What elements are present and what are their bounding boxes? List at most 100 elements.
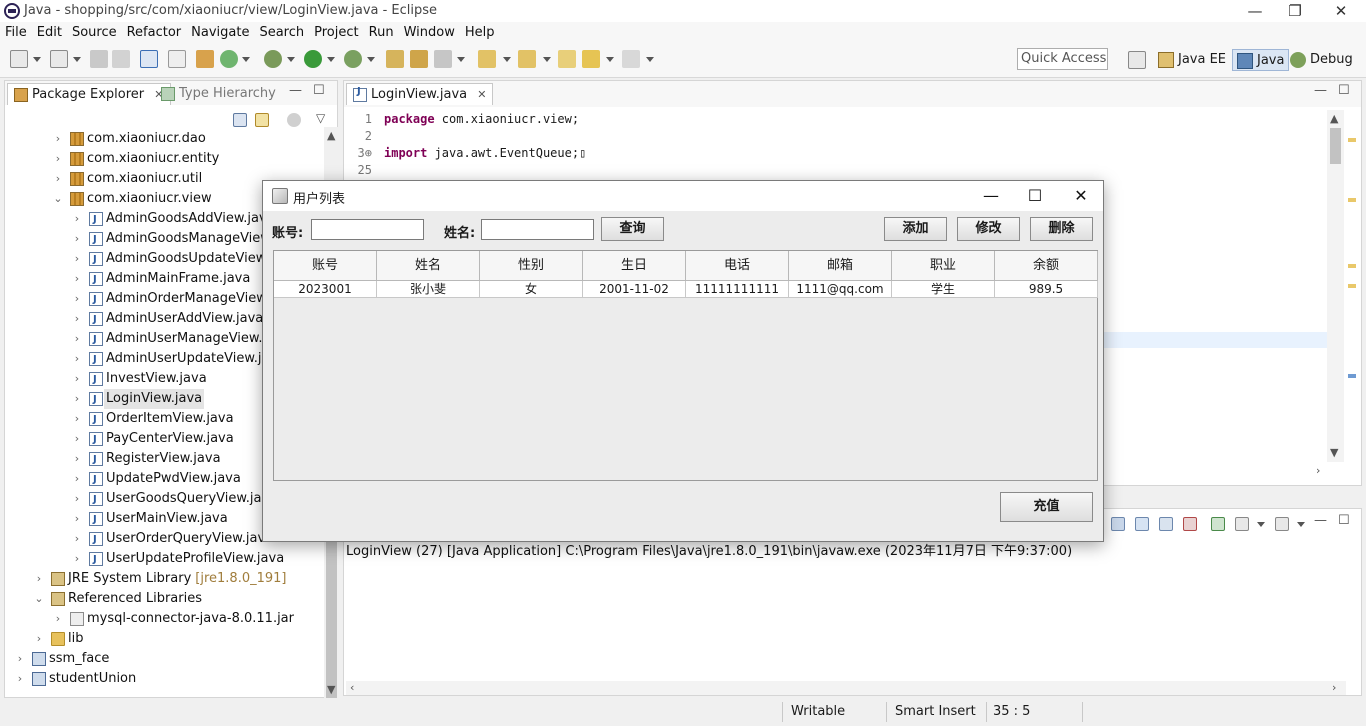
menu-window[interactable]: Window xyxy=(399,22,460,40)
tree-item[interactable]: › mysql-connector-java-8.0.11.jar xyxy=(56,609,294,629)
view-menu-icon[interactable]: ▽ xyxy=(316,111,325,125)
tree-item[interactable]: › studentUnion xyxy=(18,669,136,689)
chevron-right-icon[interactable]: › xyxy=(71,249,83,269)
collapse-all-icon[interactable] xyxy=(233,113,247,127)
annotation-dropdown-icon[interactable] xyxy=(503,57,511,62)
chevron-right-icon[interactable]: › xyxy=(71,509,83,529)
pin-console-icon[interactable] xyxy=(1211,517,1225,531)
tree-item[interactable]: ›UserUpdateProfileView.java xyxy=(75,549,284,570)
tree-item[interactable]: ›AdminUserAddView.java xyxy=(75,309,263,330)
console-icon[interactable] xyxy=(140,50,158,68)
tree-item[interactable]: ›AdminGoodsUpdateView.ja xyxy=(75,249,281,270)
chevron-right-icon[interactable]: › xyxy=(14,649,26,669)
chevron-right-icon[interactable]: › xyxy=(52,129,64,149)
tree-item[interactable]: ›AdminGoodsAddView.java xyxy=(75,209,275,230)
tree-item[interactable]: › JRE System Library [jre1.8.0_191] xyxy=(37,569,286,589)
scroll-up-icon[interactable]: ▲ xyxy=(1330,112,1338,125)
add-button[interactable]: 添加 xyxy=(884,217,947,241)
chevron-right-icon[interactable]: › xyxy=(71,349,83,369)
column-header[interactable]: 生日 xyxy=(583,251,686,281)
display-console-icon[interactable] xyxy=(1235,517,1249,531)
menu-navigate[interactable]: Navigate xyxy=(186,22,254,40)
delete-button[interactable]: 删除 xyxy=(1030,217,1093,241)
link-with-editor-icon[interactable] xyxy=(255,113,269,127)
menu-file[interactable]: File xyxy=(0,22,32,40)
table-cell[interactable]: 张小斐 xyxy=(377,281,480,298)
chevron-right-icon[interactable]: › xyxy=(71,389,83,409)
console-hscrollbar[interactable]: ‹ › xyxy=(346,681,1346,695)
save-all-icon[interactable] xyxy=(112,50,130,68)
refresh-dropdown-icon[interactable] xyxy=(242,57,250,62)
close-button[interactable]: ✕ xyxy=(1318,0,1364,22)
table-cell[interactable]: 女 xyxy=(480,281,583,298)
tree-item[interactable]: ›UserOrderQueryView.java xyxy=(75,529,273,550)
tree-item[interactable]: ›AdminMainFrame.java xyxy=(75,269,251,290)
package-build-icon[interactable] xyxy=(196,50,214,68)
skip-breakpoints-icon[interactable] xyxy=(168,50,186,68)
tree-item[interactable]: ›AdminGoodsManageView.ja xyxy=(75,229,286,250)
scroll-down-icon[interactable]: ▼ xyxy=(327,683,335,696)
chevron-right-icon[interactable]: › xyxy=(71,289,83,309)
chevron-right-icon[interactable]: › xyxy=(52,169,64,189)
table-cell[interactable]: 2001-11-02 xyxy=(583,281,686,298)
maximize-view-icon[interactable]: ☐ xyxy=(313,83,325,98)
chevron-right-icon[interactable]: › xyxy=(52,609,64,629)
search-tool-icon[interactable] xyxy=(434,50,452,68)
column-header[interactable]: 邮箱 xyxy=(789,251,892,281)
perspective-debug[interactable]: Debug xyxy=(1286,49,1357,71)
forward-dropdown-icon[interactable] xyxy=(646,57,654,62)
coverage-dropdown-icon[interactable] xyxy=(367,57,375,62)
menu-project[interactable]: Project xyxy=(309,22,363,40)
table-cell[interactable]: 11111111111 xyxy=(686,281,789,298)
restore-button[interactable]: ❐ xyxy=(1272,0,1318,22)
overview-marker[interactable] xyxy=(1348,264,1356,268)
scroll-left-icon[interactable]: ‹ xyxy=(350,681,354,694)
save-icon[interactable] xyxy=(90,50,108,68)
column-header[interactable]: 电话 xyxy=(686,251,789,281)
tree-item[interactable]: › com.xiaoniucr.entity xyxy=(56,149,219,169)
chevron-right-icon[interactable]: › xyxy=(71,269,83,289)
scroll-up-icon[interactable]: ▲ xyxy=(327,129,335,142)
open-perspective-icon[interactable] xyxy=(1128,51,1146,69)
annotation-icon[interactable] xyxy=(478,50,496,68)
new-project-dropdown-icon[interactable] xyxy=(73,57,81,62)
maximize-editor-icon[interactable]: ☐ xyxy=(1338,83,1350,98)
last-edit-icon[interactable] xyxy=(558,50,576,68)
table-cell[interactable]: 学生 xyxy=(892,281,995,298)
tree-item[interactable]: › com.xiaoniucr.util xyxy=(56,169,202,189)
forward-icon[interactable] xyxy=(622,50,640,68)
scroll-down-icon[interactable]: ▼ xyxy=(1330,446,1338,459)
dialog-minimize-button[interactable]: — xyxy=(969,183,1013,209)
overview-marker[interactable] xyxy=(1348,198,1356,202)
chevron-right-icon[interactable]: › xyxy=(71,209,83,229)
next-annotation-dropdown-icon[interactable] xyxy=(543,57,551,62)
scrollbar-thumb[interactable] xyxy=(1330,128,1341,164)
tree-item[interactable]: ›InvestView.java xyxy=(75,369,207,390)
minimize-view-icon[interactable]: — xyxy=(289,83,302,98)
focus-task-icon[interactable] xyxy=(287,113,301,127)
chevron-right-icon[interactable]: › xyxy=(71,429,83,449)
display-console-dropdown-icon[interactable] xyxy=(1257,522,1265,527)
chevron-right-icon[interactable]: › xyxy=(71,409,83,429)
overview-marker[interactable] xyxy=(1348,138,1356,142)
chevron-right-icon[interactable]: › xyxy=(71,229,83,249)
table-cell[interactable]: 1111@qq.com xyxy=(789,281,892,298)
run-dropdown-icon[interactable] xyxy=(327,57,335,62)
overview-marker[interactable] xyxy=(1348,374,1356,378)
chevron-right-icon[interactable]: › xyxy=(71,549,83,569)
debug-icon[interactable] xyxy=(264,50,282,68)
query-button[interactable]: 查询 xyxy=(601,217,664,241)
table-cell[interactable]: 989.5 xyxy=(995,281,1098,298)
tree-item[interactable]: ›OrderItemView.java xyxy=(75,409,234,430)
tree-item[interactable]: ›AdminUserManageView.jav xyxy=(75,329,282,350)
chevron-right-icon[interactable]: › xyxy=(71,309,83,329)
chevron-right-icon[interactable]: › xyxy=(71,469,83,489)
tree-item[interactable]: ›AdminUserUpdateView.java xyxy=(75,349,285,370)
column-header[interactable]: 性别 xyxy=(480,251,583,281)
maximize-console-icon[interactable]: ☐ xyxy=(1338,513,1350,528)
tree-item[interactable]: ⌄ com.xiaoniucr.view xyxy=(53,189,212,209)
next-annotation-icon[interactable] xyxy=(518,50,536,68)
open-type-icon[interactable] xyxy=(386,50,404,68)
account-input[interactable] xyxy=(311,219,424,240)
chevron-down-icon[interactable]: ⌄ xyxy=(33,589,45,609)
